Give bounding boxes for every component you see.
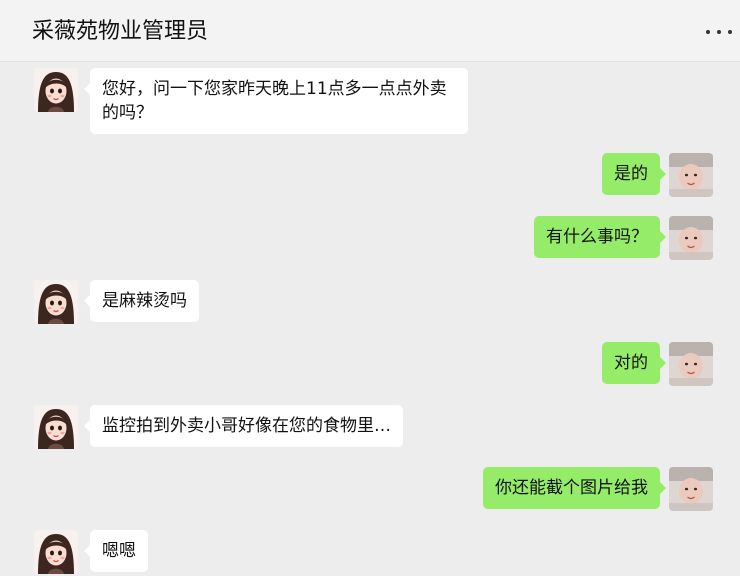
message-bubble[interactable]: 监控拍到外卖小哥好像在您的食物里… <box>84 405 403 447</box>
message-bubble[interactable]: 有什么事吗？ <box>534 216 666 258</box>
message-text: 对的 <box>614 353 648 373</box>
message-bubble[interactable]: 是麻辣烫吗 <box>84 280 199 322</box>
more-dot <box>717 30 721 34</box>
manager-avatar[interactable] <box>34 405 78 449</box>
cartoon-girl-avatar-icon <box>34 68 78 112</box>
baby-photo-avatar-icon <box>669 467 713 511</box>
my-avatar[interactable] <box>669 342 713 386</box>
manager-avatar[interactable] <box>34 280 78 324</box>
baby-photo-avatar-icon <box>669 153 713 197</box>
my-avatar[interactable] <box>669 153 713 197</box>
baby-photo-avatar-icon <box>669 216 713 260</box>
message-text: 您好，问一下您家昨天晚上11点多一点点外卖的吗？ <box>102 79 447 123</box>
cartoon-girl-avatar-icon <box>34 405 78 449</box>
chat-title: 采薇苑物业管理员 <box>32 19 209 44</box>
cartoon-girl-avatar-icon <box>34 530 78 574</box>
cartoon-girl-avatar-icon <box>34 280 78 324</box>
message-text: 你还能截个图片给我 <box>495 478 648 498</box>
message-text: 是麻辣烫吗 <box>102 291 187 311</box>
message-bubble[interactable]: 你还能截个图片给我 <box>483 467 666 509</box>
message-bubble[interactable]: 嗯嗯 <box>84 530 148 572</box>
message-list[interactable]: 您好，问一下您家昨天晚上11点多一点点外卖的吗？ 是的 有什么事吗？ 是麻辣烫吗… <box>0 62 740 576</box>
message-text: 监控拍到外卖小哥好像在您的食物里… <box>102 416 391 436</box>
message-bubble[interactable]: 您好，问一下您家昨天晚上11点多一点点外卖的吗？ <box>84 68 468 134</box>
message-bubble[interactable]: 是的 <box>602 153 666 195</box>
message-text: 是的 <box>614 164 648 184</box>
message-text: 嗯嗯 <box>102 541 136 561</box>
baby-photo-avatar-icon <box>669 342 713 386</box>
message-text: 有什么事吗？ <box>546 227 648 247</box>
chat-header: 采薇苑物业管理员 <box>0 0 740 62</box>
more-dot <box>728 30 732 34</box>
my-avatar[interactable] <box>669 467 713 511</box>
more-dots-icon[interactable] <box>706 26 732 38</box>
more-dot <box>706 30 710 34</box>
manager-avatar[interactable] <box>34 68 78 112</box>
my-avatar[interactable] <box>669 216 713 260</box>
message-bubble[interactable]: 对的 <box>602 342 666 384</box>
manager-avatar[interactable] <box>34 530 78 574</box>
